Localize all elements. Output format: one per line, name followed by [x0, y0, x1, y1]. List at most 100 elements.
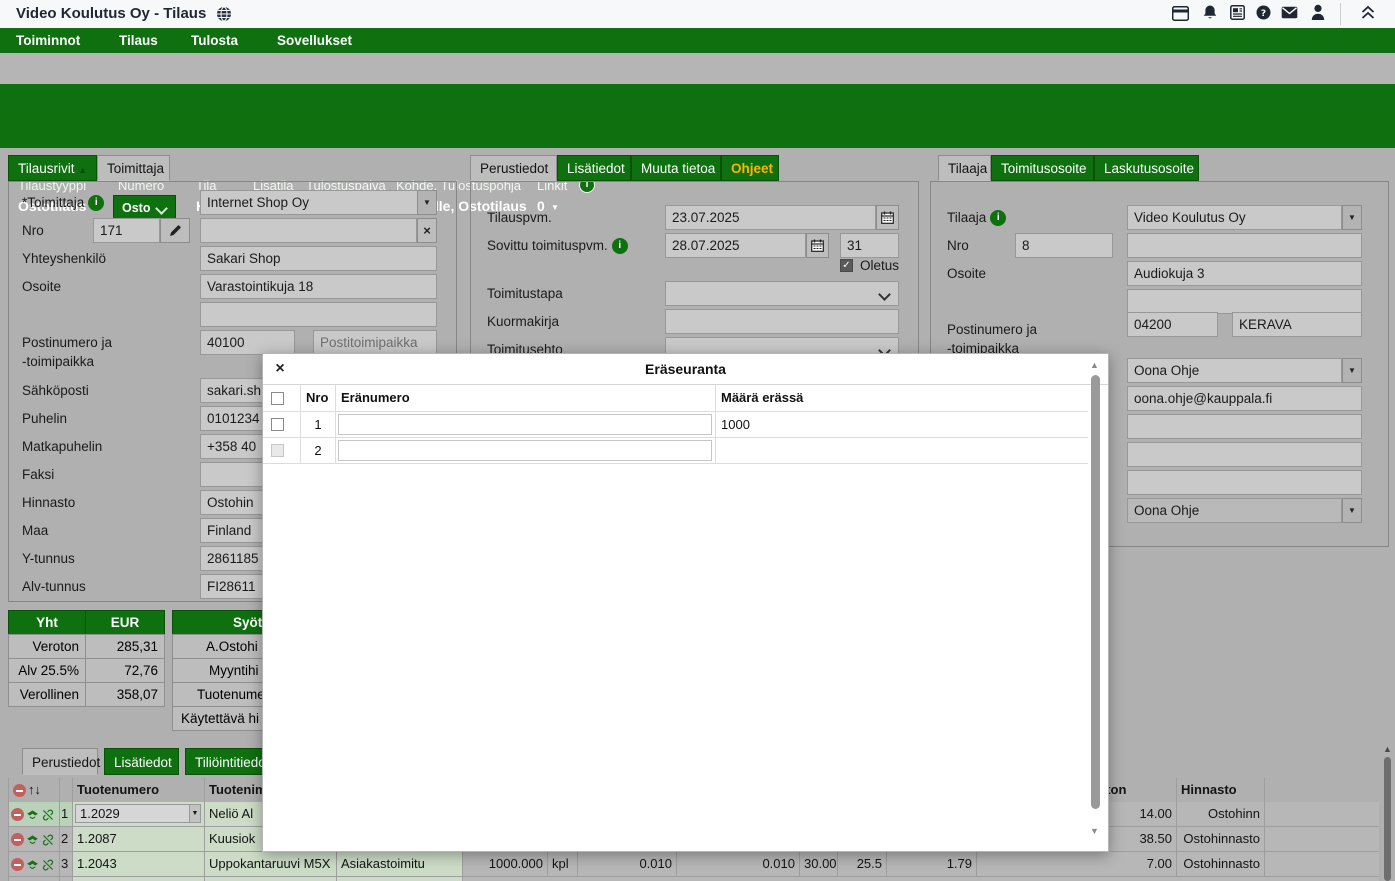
line-product-name[interactable]: Uppokantaruuvi M5X — [205, 852, 337, 877]
batch-header-batchno[interactable]: Eränumero — [336, 385, 716, 412]
tab-tilausrivit[interactable]: Tilausrivit ▲ — [8, 155, 97, 181]
line-price[interactable]: 0.010 — [578, 852, 677, 877]
customer-contact-dropdown-button[interactable]: ▼ — [1342, 358, 1362, 383]
user-icon[interactable] — [1311, 4, 1325, 21]
tab-toimittaja[interactable]: Toimittaja — [97, 155, 170, 181]
customer-nro-input[interactable]: 8 — [1015, 233, 1113, 258]
remove-row-icon[interactable] — [11, 808, 24, 821]
delivery-date-info-icon[interactable]: i — [612, 238, 628, 254]
help-icon[interactable]: ? — [1256, 5, 1271, 20]
batch-number-input[interactable] — [338, 440, 712, 461]
collapse-double-chevron-icon[interactable] — [1360, 5, 1376, 20]
unlink-row-icon[interactable] — [41, 834, 55, 846]
line-delivery[interactable]: Asiakastoimitu — [337, 852, 463, 877]
menu-sovellukset[interactable]: Sovellukset — [277, 28, 352, 53]
line-product-no[interactable]: 1.2087 — [73, 827, 205, 852]
tab-lisatiedot[interactable]: Lisätiedot — [557, 155, 631, 181]
supplier-address2-input[interactable] — [200, 302, 437, 327]
tab-toimitusosoite[interactable]: Toimitusosoite — [991, 155, 1094, 181]
line-delivery[interactable] — [337, 877, 463, 881]
page-scrollbar[interactable]: ▲ — [1383, 744, 1392, 881]
customer-address2-input[interactable] — [1127, 289, 1362, 314]
tab-tilaaja[interactable]: Tilaaja — [938, 155, 991, 181]
supplier-address-input[interactable]: Varastointikuja 18 — [200, 274, 437, 299]
customer-contact-select[interactable]: Oona Ohje — [1127, 358, 1342, 383]
customer-extra2-input[interactable] — [1127, 442, 1362, 467]
customer-postal-code-input[interactable]: 04200 — [1127, 312, 1218, 337]
customer-info-icon[interactable]: i — [990, 210, 1006, 226]
customer-email-input[interactable]: oona.ohje@kauppala.fi — [1127, 386, 1362, 411]
menu-tulosta[interactable]: Tulosta — [191, 28, 238, 53]
line-pricelist[interactable]: Ostohinnasto — [1177, 827, 1265, 852]
line-product-no[interactable] — [73, 877, 205, 881]
news-journal-icon[interactable] — [1230, 5, 1245, 20]
scrollbar-thumb[interactable] — [1091, 375, 1100, 809]
customer-extra1-input[interactable] — [1127, 414, 1362, 439]
batch-row-qty[interactable]: 1000 — [716, 412, 1088, 438]
remove-row-icon[interactable] — [11, 858, 24, 871]
batch-number-input[interactable] — [338, 414, 712, 435]
delivery-date-calendar-button[interactable] — [806, 233, 829, 258]
customer-contact2-dropdown-button[interactable]: ▼ — [1342, 498, 1362, 523]
supplier-nro-input[interactable]: 171 — [93, 218, 160, 243]
scroll-up-icon[interactable]: ▲ — [1090, 360, 1099, 370]
line-qty[interactable]: 1000.000 — [463, 852, 548, 877]
line-product-no-dropdown-button[interactable]: ▼ — [189, 804, 201, 823]
notifications-bell-icon[interactable] — [1202, 4, 1218, 21]
batch-row-qty[interactable] — [716, 438, 1088, 464]
batch-header-nro[interactable]: Nro — [301, 385, 336, 412]
delivery-method-select[interactable] — [665, 281, 899, 306]
remove-row-icon[interactable] — [11, 833, 24, 846]
sort-arrows-icon[interactable]: ↑↓ — [28, 782, 41, 797]
lines-header-product-no[interactable]: Tuotenumero — [73, 778, 205, 803]
order-date-input[interactable]: 23.07.2025 — [665, 205, 876, 230]
unlink-row-icon[interactable] — [41, 859, 55, 871]
supplier-postal-code-input[interactable]: 40100 — [200, 330, 295, 355]
customer-address-input[interactable]: Audiokuja 3 — [1127, 261, 1362, 286]
tab-lines-perustiedot[interactable]: Perustiedot — [22, 748, 98, 775]
dialog-scrollbar[interactable]: ▲ ▼ — [1088, 354, 1102, 851]
line-pricelist[interactable]: Ostohinnasto — [1177, 852, 1265, 877]
customer-name-dropdown-button[interactable]: ▼ — [1342, 205, 1362, 230]
line-product-no[interactable]: 1.2043 — [73, 852, 205, 877]
mail-icon[interactable] — [1281, 6, 1298, 19]
tab-perustiedot[interactable]: Perustiedot — [470, 155, 557, 181]
row-checkbox[interactable] — [271, 418, 284, 431]
lines-header-pricelist[interactable]: Hinnasto — [1177, 778, 1265, 803]
scroll-up-icon[interactable]: ▲ — [1383, 744, 1392, 754]
line-pricelist[interactable]: Ostohinn — [1177, 802, 1265, 827]
line-unit[interactable]: kpl — [548, 852, 578, 877]
remove-all-icon[interactable] — [13, 784, 26, 797]
scrollbar-thumb[interactable] — [1384, 757, 1391, 881]
line-c11[interactable]: 1.79 — [887, 852, 977, 877]
menu-tilaus[interactable]: Tilaus — [119, 28, 158, 53]
tab-laskutusosoite[interactable]: Laskutusosoite — [1094, 155, 1199, 181]
supplier-contact-input[interactable]: Sakari Shop — [200, 246, 437, 271]
unlink-row-icon[interactable] — [41, 809, 55, 821]
supplier-info-icon[interactable]: i — [88, 195, 104, 211]
select-all-checkbox[interactable] — [271, 392, 284, 405]
line-product-no-input[interactable]: 1.2029 — [75, 804, 190, 823]
customer-postal-city-input[interactable]: KERAVA — [1232, 312, 1362, 337]
waybill-input[interactable] — [665, 309, 899, 334]
order-date-calendar-button[interactable] — [876, 205, 899, 230]
line-c9[interactable]: 30.00 — [800, 852, 838, 877]
customer-search-input[interactable] — [1127, 233, 1362, 258]
line-price2[interactable]: 0.010 — [677, 852, 800, 877]
batch-header-qty[interactable]: Määrä erässä — [716, 385, 1088, 412]
customer-name-select[interactable]: Video Koulutus Oy — [1127, 205, 1342, 230]
delivery-date-input[interactable]: 28.07.2025 — [665, 233, 806, 258]
line-vat[interactable]: 25.5 — [838, 852, 887, 877]
window-panel-icon[interactable] — [1172, 6, 1189, 21]
supplier-name-select[interactable]: Internet Shop Oy — [200, 190, 437, 215]
customer-contact2-select[interactable]: Oona Ohje — [1127, 498, 1342, 523]
supplier-edit-button[interactable] — [160, 218, 190, 243]
supplier-clear-button[interactable]: × — [417, 218, 437, 243]
supplier-name-dropdown-button[interactable]: ▼ — [417, 190, 437, 215]
dropbox-row-icon[interactable] — [26, 834, 39, 846]
supplier-postal-city-input[interactable]: Postitoimipaikka — [313, 330, 437, 355]
menu-toiminnot[interactable]: Toiminnot — [16, 28, 80, 53]
tab-ohjeet[interactable]: Ohjeet — [721, 155, 779, 181]
tab-lines-lisatiedot[interactable]: Lisätiedot — [104, 748, 179, 775]
delivery-week-input[interactable]: 31 — [840, 233, 899, 258]
